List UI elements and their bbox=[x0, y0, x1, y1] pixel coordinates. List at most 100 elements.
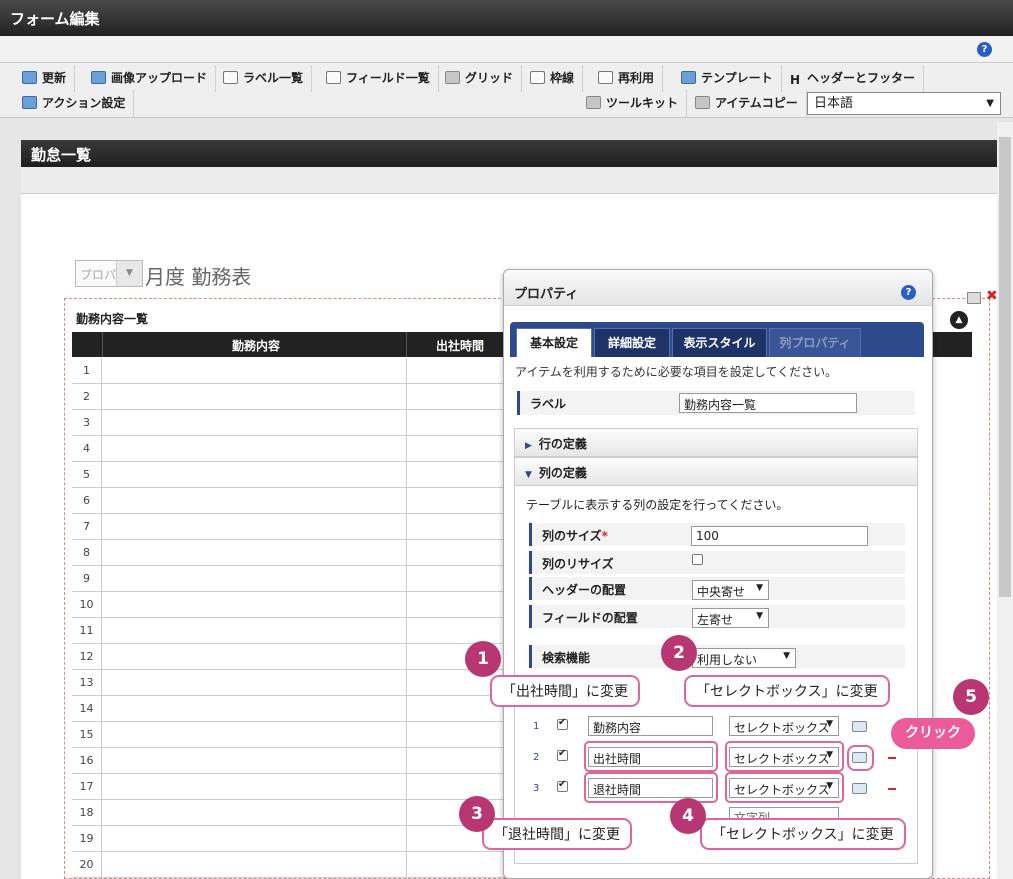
column-resize-row: 列のリサイズ bbox=[529, 551, 905, 574]
search-select[interactable]: 利用しない ▼ bbox=[692, 648, 796, 668]
row-number: 11 bbox=[72, 618, 102, 644]
item-copy-button[interactable]: アイテムコピー bbox=[687, 90, 807, 117]
chevron-down-icon: ▼ bbox=[783, 651, 790, 661]
row-number: 3 bbox=[72, 410, 102, 436]
help-icon[interactable]: ? bbox=[977, 42, 992, 57]
table-row: 14 bbox=[72, 696, 507, 722]
column-visible-checkbox[interactable] bbox=[557, 779, 568, 792]
table-row: 7 bbox=[72, 514, 507, 540]
row-number: 15 bbox=[72, 722, 102, 748]
scrollbar-thumb[interactable] bbox=[999, 137, 1011, 597]
month-select[interactable]: プロパ ▼ bbox=[75, 260, 143, 287]
column-header-work: 勤務内容 bbox=[232, 339, 281, 353]
grid-button[interactable]: グリッド bbox=[437, 65, 523, 92]
table-row: 2 bbox=[72, 384, 507, 410]
column-number: 1 bbox=[533, 721, 540, 732]
column-name-input[interactable]: 勤務内容 bbox=[588, 716, 713, 736]
field-list-button[interactable]: フィールド一覧 bbox=[318, 65, 439, 92]
refresh-icon bbox=[22, 71, 37, 84]
row-number: 20 bbox=[72, 852, 102, 878]
label-input[interactable]: 勤務内容一覧 bbox=[679, 393, 857, 413]
property-description: アイテムを利用するために必要な項目を設定してください。 bbox=[515, 365, 838, 379]
row-number: 14 bbox=[72, 696, 102, 722]
border-icon bbox=[530, 71, 545, 84]
step-badge: 1 bbox=[465, 641, 501, 677]
tab-detail[interactable]: 詳細設定 bbox=[594, 328, 670, 357]
column-type-select[interactable]: セレクトボックス ▼ bbox=[729, 716, 839, 736]
callout-4: 「セレクトボックス」に変更 bbox=[700, 818, 906, 850]
table-row: 8 bbox=[72, 540, 507, 566]
click-callout: クリック bbox=[891, 718, 975, 749]
row-number: 17 bbox=[72, 774, 102, 800]
column-number: 2 bbox=[533, 752, 540, 763]
row-number: 12 bbox=[72, 644, 102, 670]
tab-display-style[interactable]: 表示スタイル bbox=[672, 328, 767, 357]
table-row: 9 bbox=[72, 566, 507, 592]
reuse-icon bbox=[598, 71, 613, 84]
column-settings-icon[interactable] bbox=[852, 783, 867, 794]
close-icon[interactable]: ✖ bbox=[986, 288, 998, 304]
callout-1: 「出社時間」に変更 bbox=[490, 675, 640, 707]
tab-basic[interactable]: 基本設定 bbox=[516, 328, 592, 357]
row-number: 9 bbox=[72, 566, 102, 592]
row-number: 6 bbox=[72, 488, 102, 514]
language-select[interactable]: 日本語 ▼ bbox=[807, 92, 1001, 115]
property-tabs: 基本設定 詳細設定 表示スタイル 列プロパティ bbox=[510, 322, 924, 357]
remove-icon[interactable] bbox=[888, 757, 896, 759]
step-badge: 2 bbox=[661, 635, 697, 671]
table-row: 20 bbox=[72, 852, 507, 878]
table-row: 11 bbox=[72, 618, 507, 644]
column-visible-checkbox[interactable] bbox=[557, 717, 568, 730]
tab-column-properties[interactable]: 列プロパティ bbox=[769, 328, 861, 357]
template-icon bbox=[681, 71, 696, 84]
row-number: 19 bbox=[72, 826, 102, 852]
table-row: 4 bbox=[72, 436, 507, 462]
template-button[interactable]: テンプレート bbox=[673, 65, 782, 92]
action-settings-button[interactable]: アクション設定 bbox=[14, 90, 135, 117]
chevron-down-icon: ▼ bbox=[756, 611, 763, 621]
table-row: 18 bbox=[72, 800, 507, 826]
reuse-button[interactable]: 再利用 bbox=[590, 65, 664, 92]
help-icon[interactable]: ? bbox=[901, 285, 916, 300]
highlight-end-time bbox=[584, 772, 718, 803]
chevron-right-icon: ▶ bbox=[525, 441, 532, 451]
row-definition-accordion[interactable]: ▶ 行の定義 bbox=[514, 428, 918, 457]
chevron-down-icon: ▼ bbox=[826, 719, 833, 729]
highlight-select-3 bbox=[725, 772, 844, 803]
column-definition-accordion[interactable]: ▼ 列の定義 bbox=[514, 457, 918, 486]
column-header-start-time: 出社時間 bbox=[436, 339, 485, 353]
item-copy-icon bbox=[695, 96, 710, 109]
window-title: フォーム編集 bbox=[0, 0, 1013, 36]
chevron-down-icon: ▼ bbox=[525, 470, 532, 480]
label-list-icon bbox=[223, 71, 238, 84]
table-row: 1 bbox=[72, 358, 507, 384]
header-footer-icon: H bbox=[790, 73, 801, 87]
row-number: 13 bbox=[72, 670, 102, 696]
collapse-icon[interactable]: ▲ bbox=[950, 311, 968, 329]
update-button[interactable]: 更新 bbox=[14, 65, 76, 92]
border-button[interactable]: 枠線 bbox=[522, 65, 584, 92]
header-align-select[interactable]: 中央寄せ ▼ bbox=[692, 580, 769, 600]
month-title: 月度 勤務表 bbox=[145, 265, 252, 289]
column-definition-description: テーブルに表示する列の設定を行ってください。 bbox=[526, 498, 789, 512]
row-number: 8 bbox=[72, 540, 102, 566]
table-row: 16 bbox=[72, 748, 507, 774]
toolkit-button[interactable]: ツールキット bbox=[578, 90, 688, 117]
table-row: 10 bbox=[72, 592, 507, 618]
column-resize-checkbox[interactable] bbox=[692, 554, 703, 565]
field-align-select[interactable]: 左寄せ ▼ bbox=[692, 608, 769, 628]
column-visible-checkbox[interactable] bbox=[557, 748, 568, 761]
form-header: 勤怠一覧 bbox=[21, 140, 997, 167]
row-number: 16 bbox=[72, 748, 102, 774]
remove-icon[interactable] bbox=[888, 788, 896, 790]
table-row: 3 bbox=[72, 410, 507, 436]
chevron-down-icon: ▼ bbox=[756, 583, 763, 593]
grid-icon[interactable] bbox=[967, 292, 981, 304]
column-settings-icon[interactable] bbox=[852, 721, 867, 732]
table-row: 19 bbox=[72, 826, 507, 852]
image-upload-button[interactable]: 画像アップロード bbox=[83, 65, 217, 92]
highlight-settings bbox=[847, 745, 874, 771]
header-footer-button[interactable]: H ヘッダーとフッター bbox=[782, 65, 925, 92]
label-list-button[interactable]: ラベル一覧 bbox=[215, 65, 313, 92]
column-size-input[interactable]: 100 bbox=[691, 526, 868, 546]
